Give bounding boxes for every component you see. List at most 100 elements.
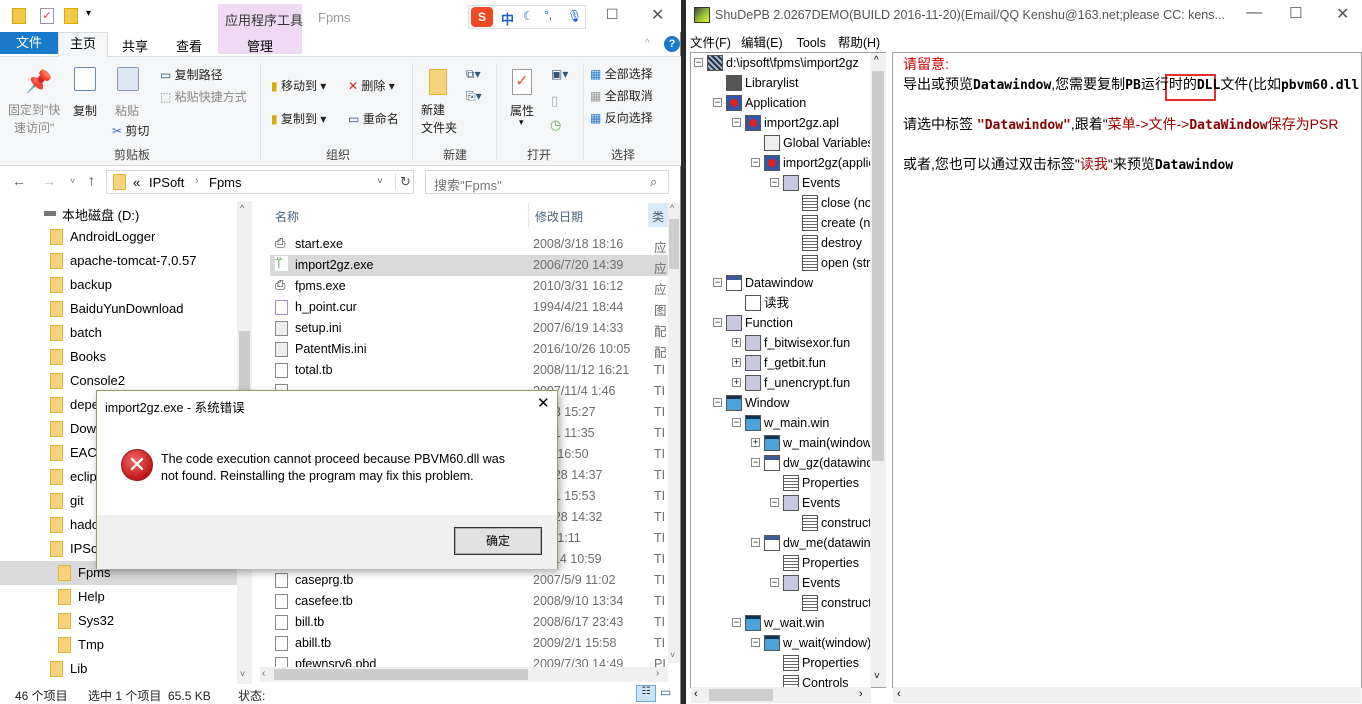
tree-node[interactable]: − w_wait(window) [691,633,871,653]
new-folder-button[interactable]: 新建 文件夹 [421,101,457,137]
forward-button[interactable]: → [42,173,56,189]
search-icon[interactable]: ⌕ [650,174,657,190]
scroll-down-icon[interactable]: ˅ [670,650,675,660]
edit-icon[interactable]: ▯ [551,93,558,109]
nav-item[interactable]: Books [0,345,237,369]
file-row[interactable]: total.tb 2008/11/12 16:21 TI [270,360,668,381]
pin-to-quick-access-button[interactable]: 固定到"快 速访问" [8,101,60,137]
paste-button[interactable]: 粘贴 [115,102,139,119]
info-text-pane[interactable]: 请留意: 导出或预览Datawindow,您需要复制PB运行时的DLL文件(比如p… [892,52,1362,688]
tab-file[interactable]: 文件 [0,32,58,54]
tree-node[interactable]: − Events [691,493,871,513]
collapse-icon[interactable]: − [770,178,779,187]
hscroll-thumb[interactable] [274,669,528,680]
address-bar[interactable]: « IPSoft › Fpms ˅ ↻ [106,170,414,194]
collapse-icon[interactable]: − [732,118,741,127]
tree-node[interactable]: − Datawindow [691,273,871,293]
punctuation-icon[interactable]: °, [544,8,552,22]
collapse-icon[interactable]: − [751,458,760,467]
up-button[interactable]: ↑ [88,172,95,188]
tree-node[interactable]: Global Variables [691,133,874,153]
tree-scrollbar[interactable]: ^ ˅ [870,53,886,687]
file-row[interactable]: abill.tb 2009/2/1 15:58 TI [270,633,668,654]
tree-node[interactable]: Properties [691,553,871,573]
search-box[interactable]: 搜索"Fpms" ⌕ [425,170,669,194]
column-divider[interactable] [528,203,529,227]
new-folder-quick-icon[interactable] [64,8,78,24]
tree-node[interactable]: 读我 [691,293,871,313]
tree-node[interactable]: − Window [691,393,871,413]
maximize-button[interactable]: ☐ [606,6,619,23]
nav-item[interactable]: AndroidLogger [0,225,237,249]
collapse-icon[interactable]: − [751,158,760,167]
breadcrumb-fpms[interactable]: Fpms [209,175,242,190]
move-to-button[interactable]: ▮ 移动到 ▾ [271,77,326,94]
copy-to-button[interactable]: ▮ 复制到 ▾ [271,110,326,127]
paste-shortcut-button[interactable]: ⬚ 粘贴快捷方式 [160,88,247,105]
tree-node[interactable]: −import2gz(application) [691,153,886,173]
refresh-icon[interactable]: ↻ [395,174,411,190]
ime-mode[interactable]: 中 [501,9,514,28]
tree-node[interactable]: Properties [691,653,871,673]
scroll-left-icon[interactable]: ‹ [694,688,698,700]
breadcrumb-ipsoft[interactable]: IPSoft [149,175,184,190]
file-row[interactable]: h_point.cur 1994/4/21 18:44 图 [270,297,668,318]
collapse-icon[interactable]: − [713,98,722,107]
tree-node[interactable]: + f_unencrypt.fun [691,373,871,393]
tree-node[interactable]: constructor [691,513,883,533]
menu-help[interactable]: 帮助(H) [838,36,880,50]
scroll-left-icon[interactable]: ‹ [262,668,265,679]
tab-manage[interactable]: 管理 [247,36,273,55]
tree-node[interactable]: + w_main(window) [691,433,876,453]
file-row[interactable]: ⎙ start.exe 2008/3/18 18:16 应 [270,234,668,255]
chevron-down-icon[interactable]: ▾ [519,117,524,128]
ime-toolbar[interactable]: S 中 ☾ °, 🎙 [468,5,586,29]
scroll-left-icon[interactable]: ‹ [897,688,901,700]
nav-item[interactable]: apache-tomcat-7.0.57 [0,249,237,273]
tree-node[interactable]: + f_bitwisexor.fun [691,333,871,353]
tree-node[interactable]: Controls [691,673,871,687]
nav-item[interactable]: batch [0,321,237,345]
collapse-icon[interactable]: − [732,418,741,427]
collapse-icon[interactable]: − [770,498,779,507]
tree-node[interactable]: − import2gz.apl [691,113,871,133]
file-row[interactable]: bill.tb 2008/6/17 23:43 TI [270,612,668,633]
invert-selection-button[interactable]: ▦ 反向选择 [590,109,653,126]
nav-item[interactable]: 本地磁盘 (D:) [0,201,237,225]
scroll-up-icon[interactable]: ^ [670,203,674,213]
history-icon[interactable]: ◷ [550,117,561,133]
menu-tools[interactable]: Tools [797,36,826,50]
tree-hscrollbar[interactable]: ‹ › [691,687,871,703]
close-button[interactable]: ✕ [651,5,664,25]
scroll-right-icon[interactable]: › [656,668,659,679]
file-row[interactable]: caseprg.tb 2007/5/9 11:02 TI [270,570,668,591]
details-view-button[interactable]: ☷ [636,685,656,702]
expand-icon[interactable]: + [732,378,741,387]
search-input[interactable]: 搜索"Fpms" [434,175,502,194]
file-row[interactable]: PatentMis.ini 2016/10/26 10:05 配 [270,339,668,360]
tree-node[interactable]: − Application [691,93,871,113]
menu-edit[interactable]: 编辑(E) [741,36,783,50]
tab-home[interactable]: 主页 [58,32,108,57]
collapse-ribbon-icon[interactable]: ^ [645,38,650,49]
tree-hscroll-thumb[interactable] [709,689,773,701]
tree-scroll-thumb[interactable] [872,71,884,461]
back-button[interactable]: ← [12,173,26,189]
cut-button[interactable]: ✂ 剪切 [112,122,149,139]
tree-node[interactable]: − Function [691,313,871,333]
dialog-close-button[interactable]: ✕ [537,394,550,412]
file-list-scrollbar[interactable]: ^ ˅ [668,203,680,663]
collapse-icon[interactable]: − [751,638,760,647]
microphone-icon[interactable]: 🎙 [567,9,582,23]
file-scroll-thumb[interactable] [669,219,679,269]
copy-path-button[interactable]: ▭ 复制路径 [160,66,223,83]
tree-node[interactable]: − w_main.win [691,413,871,433]
scroll-down-icon[interactable]: ˅ [874,671,880,682]
file-list-hscrollbar[interactable]: ‹ › [260,667,668,682]
collapse-icon[interactable]: − [713,278,722,287]
collapse-icon[interactable]: − [713,318,722,327]
tab-share[interactable]: 共享 [122,36,148,55]
nav-item[interactable]: backup [0,273,237,297]
file-row[interactable]: setup.ini 2007/6/19 14:33 配 [270,318,668,339]
easy-access-icon[interactable]: ⎘▾ [466,89,482,104]
